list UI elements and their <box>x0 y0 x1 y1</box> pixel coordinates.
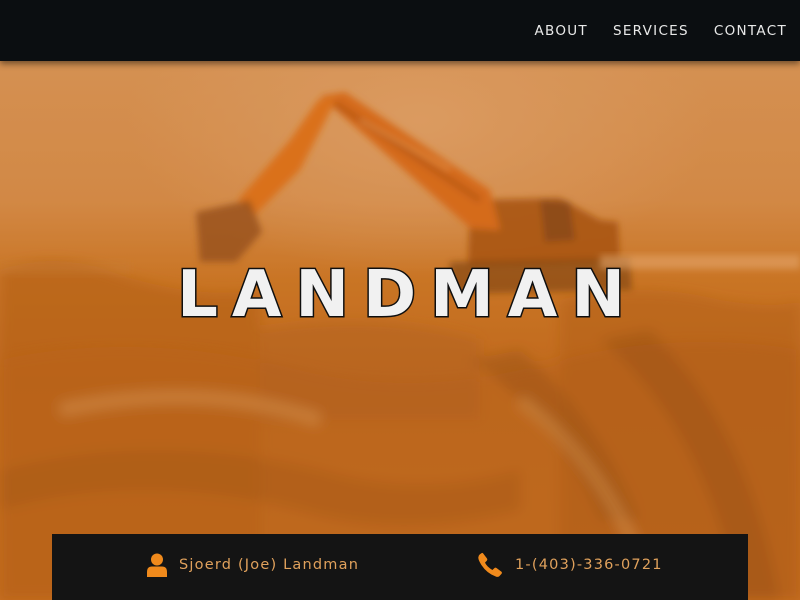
nav-link-services[interactable]: SERVICES <box>613 23 689 39</box>
landing-page: ABOUT SERVICES CONTACT LANDMAN Sjoerd (J… <box>0 0 800 600</box>
nav-link-contact[interactable]: CONTACT <box>714 23 787 39</box>
top-navbar: ABOUT SERVICES CONTACT <box>0 0 800 61</box>
contact-bar: Sjoerd (Joe) Landman 1-(403)-336-0721 <box>52 534 748 600</box>
nav-links: ABOUT SERVICES CONTACT <box>534 0 787 61</box>
person-icon <box>147 553 167 577</box>
hero-title: LANDMAN <box>176 257 639 334</box>
nav-link-about[interactable]: ABOUT <box>534 23 588 39</box>
contact-name-item: Sjoerd (Joe) Landman <box>147 534 359 596</box>
contact-phone[interactable]: 1-(403)-336-0721 <box>515 557 663 573</box>
phone-icon <box>477 552 503 578</box>
contact-phone-item[interactable]: 1-(403)-336-0721 <box>477 534 663 596</box>
contact-name: Sjoerd (Joe) Landman <box>179 557 360 573</box>
